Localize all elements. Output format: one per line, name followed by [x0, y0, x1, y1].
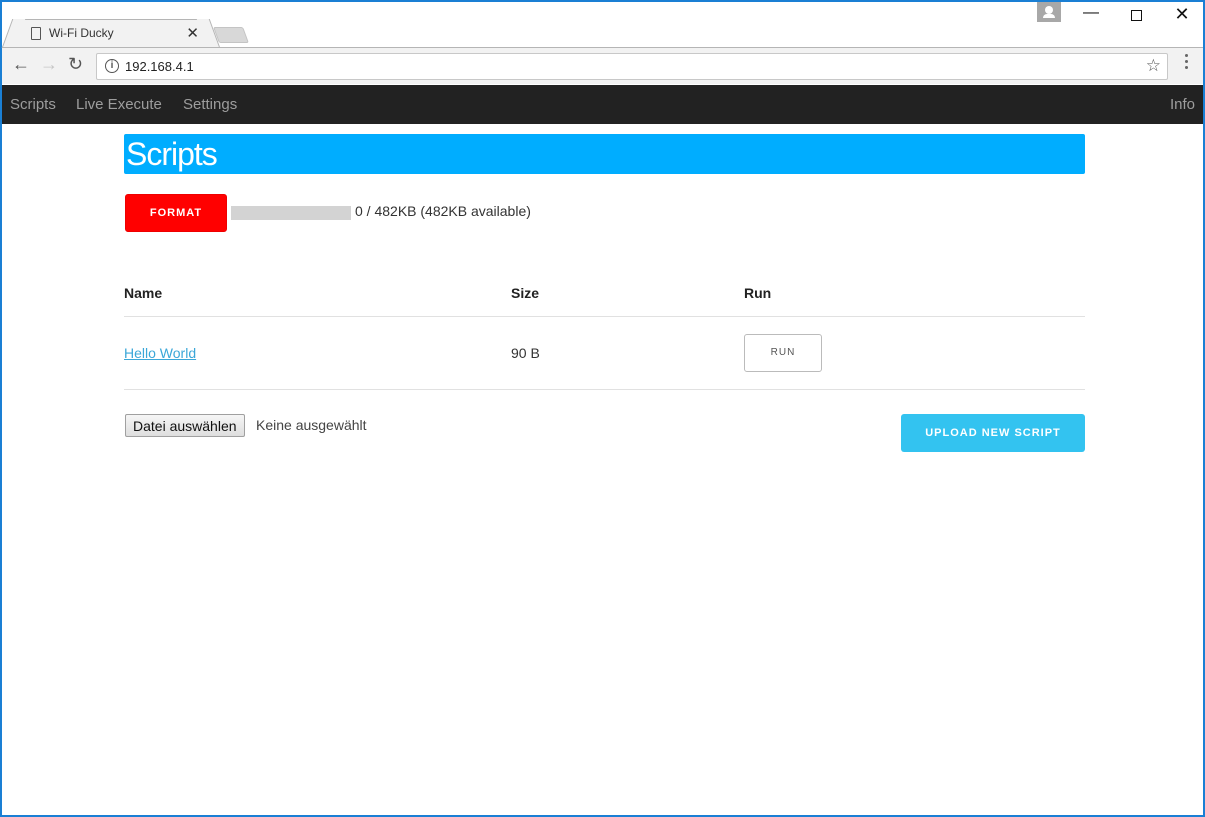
upload-row: Datei auswählen Keine ausgewählt UPLOAD …	[124, 414, 1085, 454]
info-icon[interactable]: i	[105, 59, 119, 73]
back-arrow-icon[interactable]: ←	[12, 54, 30, 75]
browser-tab[interactable]: Wi-Fi Ducky ✕	[14, 19, 208, 48]
storage-text: 0 / 482KB (482KB available)	[355, 203, 531, 219]
close-window-button[interactable]: ✕	[1167, 4, 1197, 25]
upload-script-button[interactable]: UPLOAD NEW SCRIPT	[901, 414, 1085, 452]
script-run-cell: RUN	[744, 316, 1085, 390]
nav-live-execute[interactable]: Live Execute	[76, 96, 162, 113]
forward-arrow-icon[interactable]: →	[40, 54, 58, 75]
script-link[interactable]: Hello World	[124, 345, 196, 361]
minimize-button[interactable]: —	[1076, 4, 1106, 22]
format-button[interactable]: FORMAT	[125, 194, 227, 232]
header-size: Size	[511, 274, 744, 317]
address-bar[interactable]: i 192.168.4.1 ☆	[96, 53, 1168, 80]
tab-title: Wi-Fi Ducky	[49, 26, 114, 40]
browser-toolbar: ← → ↻ i 192.168.4.1 ☆	[2, 47, 1203, 84]
nav-scripts[interactable]: Scripts	[10, 96, 56, 113]
tab-close-icon[interactable]: ✕	[186, 24, 199, 42]
bookmark-star-icon[interactable]: ☆	[1146, 56, 1161, 76]
scripts-table: Name Size Run Hello World 90 B RUN	[124, 274, 1085, 390]
choose-file-button[interactable]: Datei auswählen	[125, 414, 245, 437]
browser-menu-icon[interactable]	[1182, 54, 1190, 72]
header-run: Run	[744, 274, 1085, 317]
header-name: Name	[124, 274, 511, 317]
nav-settings[interactable]: Settings	[183, 96, 237, 113]
table-header-row: Name Size Run	[124, 274, 1085, 317]
nav-info[interactable]: Info	[1170, 96, 1195, 113]
url-text[interactable]: 192.168.4.1	[125, 59, 194, 74]
maximize-button[interactable]	[1121, 6, 1151, 26]
new-tab-button[interactable]	[213, 27, 249, 43]
storage-progress-bar	[231, 206, 351, 220]
page-title: Scripts	[124, 134, 1085, 174]
title-bar: Wi-Fi Ducky ✕ — ✕	[2, 2, 1203, 48]
main-content: Scripts FORMAT 0 / 482KB (482KB availabl…	[124, 134, 1085, 452]
page-icon	[31, 27, 41, 40]
reload-icon[interactable]: ↻	[68, 54, 83, 75]
script-name-cell: Hello World	[124, 316, 511, 390]
run-button[interactable]: RUN	[744, 333, 822, 372]
browser-window: Wi-Fi Ducky ✕ — ✕ ← → ↻ i 192.168.4.1 ☆ …	[0, 0, 1205, 817]
profile-icon[interactable]	[1037, 2, 1061, 22]
storage-row: FORMAT 0 / 482KB (482KB available)	[124, 194, 824, 232]
table-row: Hello World 90 B RUN	[124, 316, 1085, 390]
site-navbar: Scripts Live Execute Settings Info	[2, 85, 1203, 124]
file-status: Keine ausgewählt	[256, 417, 367, 433]
script-size: 90 B	[511, 316, 744, 390]
